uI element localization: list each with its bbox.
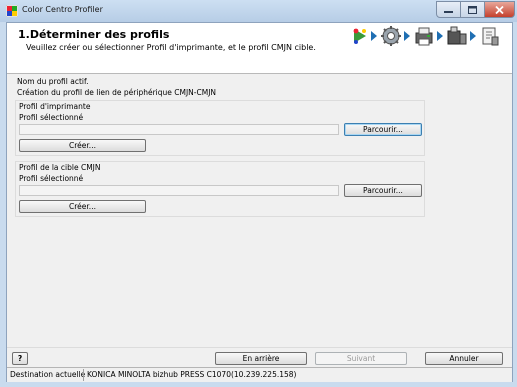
- printer-selected-label: Profil sélectionné: [19, 113, 84, 122]
- title-bar[interactable]: Color Centro Profiler: [0, 0, 517, 22]
- target-create-button[interactable]: Créer...: [19, 200, 146, 213]
- printer-profile-field[interactable]: [19, 124, 339, 135]
- link-creation-label: Création du profil de lien de périphériq…: [17, 88, 217, 97]
- arrow-right-icon: [470, 31, 476, 41]
- window-title: Color Centro Profiler: [22, 5, 103, 14]
- settings-gear-icon: [381, 26, 401, 46]
- help-icon: ?: [17, 354, 23, 363]
- active-profile-label: Nom du profil actif.: [17, 77, 89, 86]
- wizard-header: 1.Déterminer des profils Veuillez créer …: [7, 23, 512, 74]
- printer-measure-icon: [415, 27, 433, 46]
- help-button[interactable]: ?: [12, 352, 28, 365]
- wizard-body: Nom du profil actif. Création du profil …: [7, 74, 512, 347]
- close-button[interactable]: [484, 1, 515, 18]
- printer-profile-group: Profil d'imprimante Profil sélectionné P…: [15, 100, 425, 156]
- next-button[interactable]: Suivant: [315, 352, 407, 365]
- destination-label: Destination actuelle: [10, 370, 86, 379]
- destination-value: KONICA MINOLTA bizhub PRESS C1070(10.239…: [87, 370, 297, 379]
- arrow-right-icon: [437, 31, 443, 41]
- arrow-right-icon: [371, 31, 377, 41]
- back-button[interactable]: En arrière: [215, 352, 307, 365]
- arrow-right-icon: [404, 31, 410, 41]
- minimize-icon: [444, 10, 453, 13]
- wizard-client: 1.Déterminer des profils Veuillez créer …: [6, 22, 513, 382]
- app-window: Color Centro Profiler 1.Déterminer des p…: [0, 0, 517, 387]
- printer-group-title: Profil d'imprimante: [19, 102, 91, 111]
- target-profile-group: Profil de la cible CMJN Profil sélection…: [15, 161, 425, 217]
- page-subtitle: Veuillez créer ou sélectionner Profil d'…: [26, 43, 316, 52]
- minimize-button[interactable]: [436, 1, 461, 18]
- status-separator: [83, 369, 84, 381]
- maximize-button[interactable]: [460, 1, 485, 18]
- app-icon: [6, 5, 18, 17]
- target-browse-button[interactable]: Parcourir...: [344, 184, 422, 197]
- wizard-footer: ? En arrière Suivant Annuler: [7, 347, 512, 368]
- device-icon: [447, 26, 467, 45]
- printer-create-button[interactable]: Créer...: [19, 139, 146, 152]
- target-profile-field[interactable]: [19, 185, 339, 196]
- wizard-start-icon: [353, 28, 366, 44]
- page-title: 1.Déterminer des profils: [18, 28, 170, 41]
- status-bar: Destination actuelle KONICA MINOLTA bizh…: [7, 367, 512, 382]
- wizard-steps: [350, 25, 510, 49]
- cancel-button[interactable]: Annuler: [425, 352, 503, 365]
- finish-icon: [482, 27, 499, 46]
- maximize-icon: [468, 5, 477, 14]
- printer-browse-button[interactable]: Parcourir...: [344, 123, 422, 136]
- target-group-title: Profil de la cible CMJN: [19, 163, 101, 172]
- target-selected-label: Profil sélectionné: [19, 174, 84, 183]
- close-icon: [495, 5, 504, 14]
